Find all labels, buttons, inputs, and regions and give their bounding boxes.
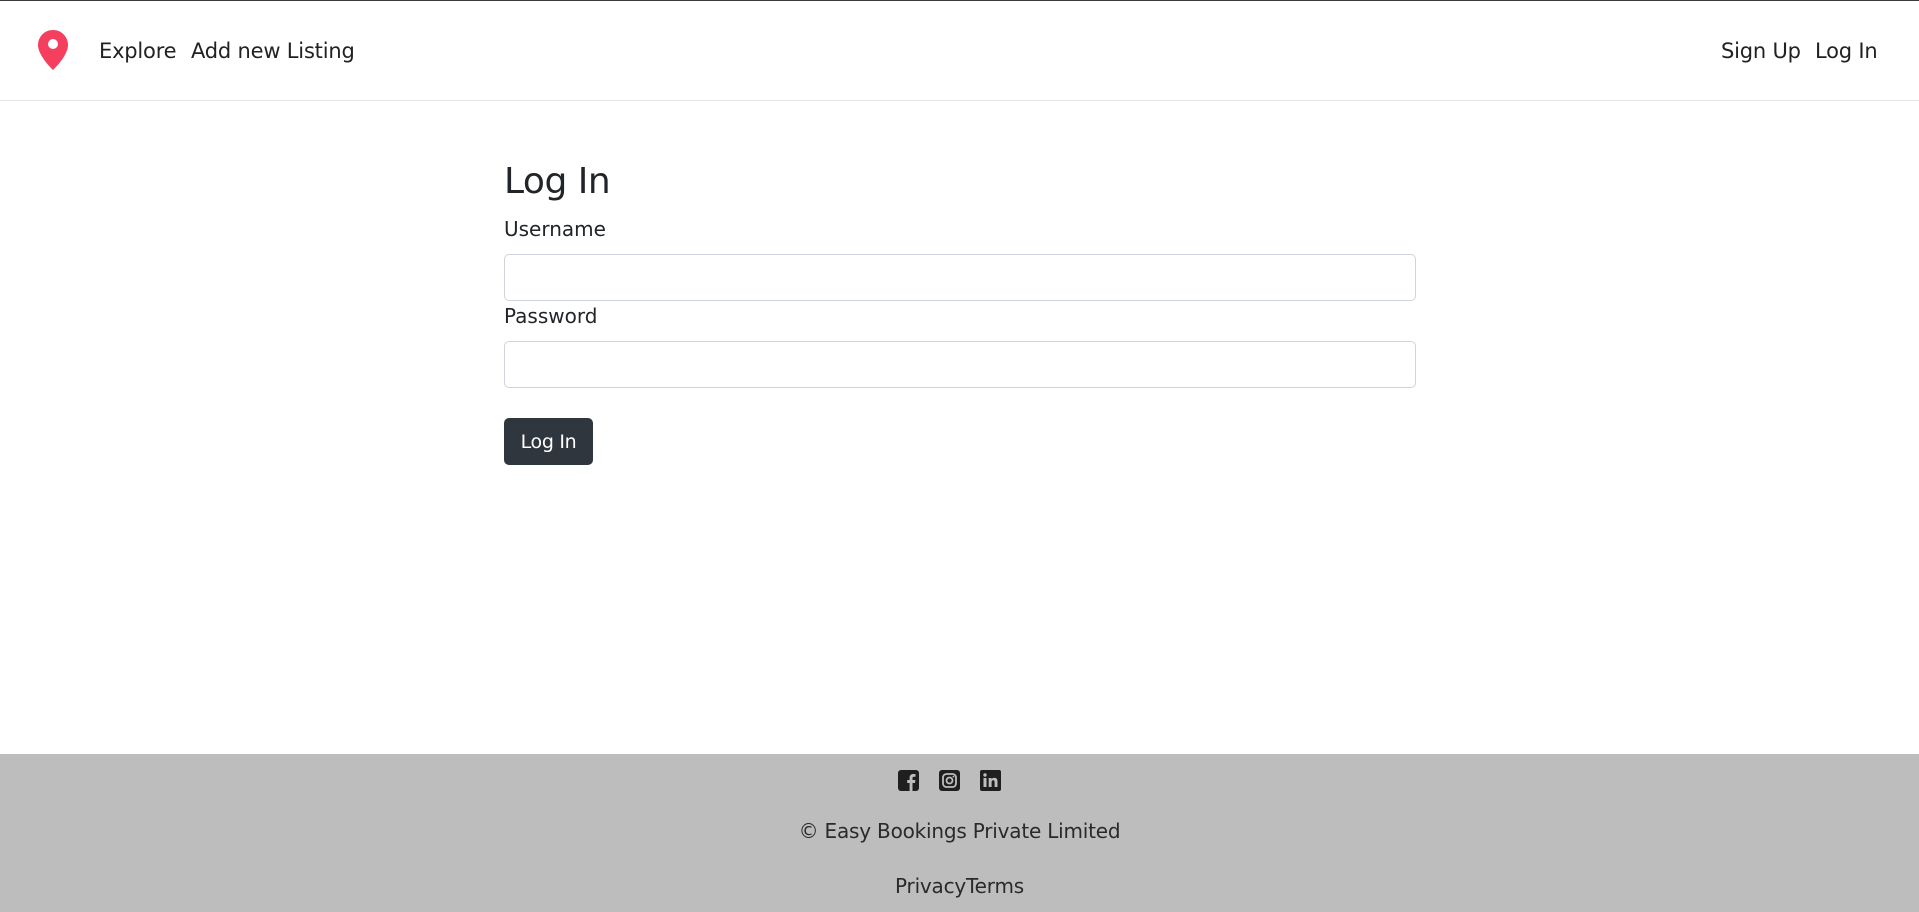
copyright-text: © Easy Bookings Private Limited — [798, 819, 1121, 843]
privacy-link[interactable]: Privacy — [895, 874, 966, 898]
social-links — [897, 769, 1023, 795]
navbar: Explore Add new Listing Sign Up Log In — [0, 1, 1919, 101]
map-pin-icon[interactable] — [37, 29, 69, 71]
footer: © Easy Bookings Private Limited PrivacyT… — [0, 754, 1919, 912]
nav-add-listing-link[interactable]: Add new Listing — [191, 39, 355, 63]
password-label: Password — [504, 304, 598, 328]
page: Explore Add new Listing Sign Up Log In L… — [0, 0, 1919, 912]
nav-explore-link[interactable]: Explore — [99, 39, 177, 63]
terms-link[interactable]: Terms — [966, 874, 1024, 898]
username-field[interactable] — [504, 254, 1416, 301]
nav-sign-up-link[interactable]: Sign Up — [1721, 39, 1801, 63]
log-in-button[interactable]: Log In — [504, 418, 593, 465]
username-label: Username — [504, 217, 606, 241]
page-title: Log In — [504, 161, 611, 202]
facebook-icon[interactable] — [897, 769, 920, 792]
legal-links: PrivacyTerms — [0, 874, 1919, 898]
nav-log-in-link[interactable]: Log In — [1815, 39, 1878, 63]
linkedin-icon[interactable] — [979, 769, 1002, 792]
password-field[interactable] — [504, 341, 1416, 388]
instagram-icon[interactable] — [938, 769, 961, 792]
